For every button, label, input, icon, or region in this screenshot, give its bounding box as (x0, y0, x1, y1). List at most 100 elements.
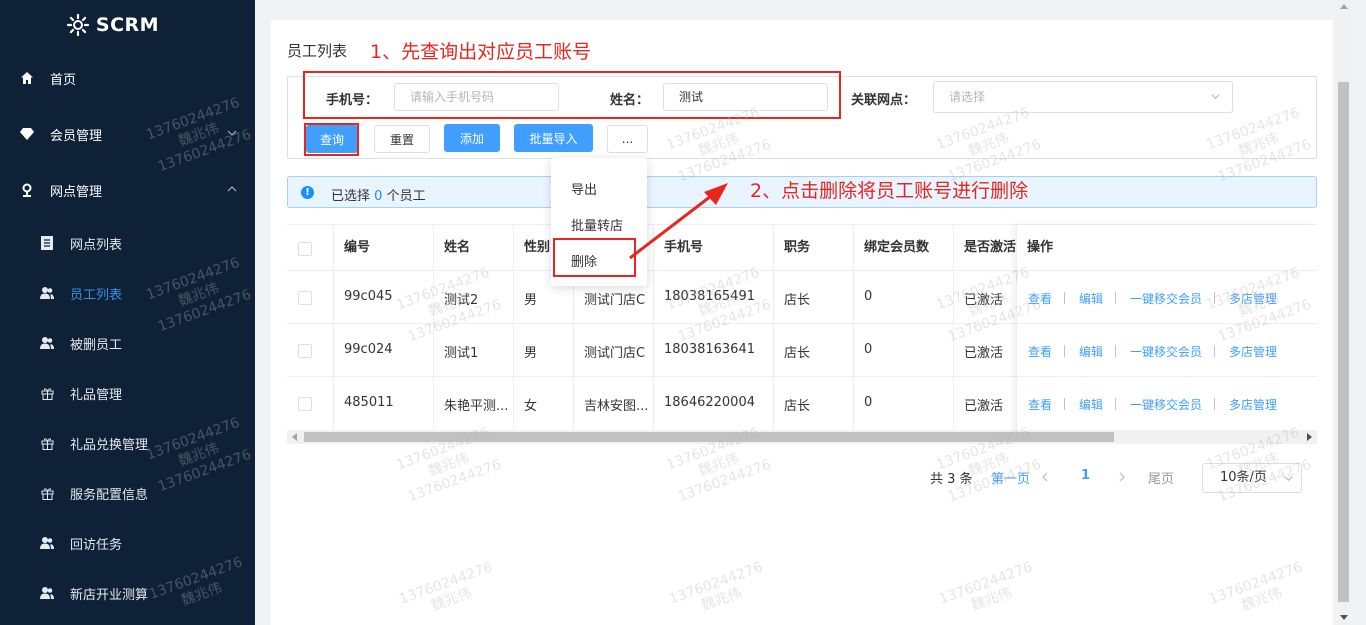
page-size-select[interactable]: 10条/页 (1202, 463, 1302, 493)
multi-store-link[interactable]: 多店管理 (1229, 343, 1277, 360)
gift-icon (40, 436, 54, 450)
branch-select-placeholder: 请选择 (949, 90, 986, 104)
sidebar-item-label: 员工列表 (70, 287, 123, 303)
scrollbar-thumb[interactable] (1338, 82, 1349, 602)
select-all-checkbox[interactable] (298, 242, 312, 256)
op-separator (1115, 398, 1116, 410)
sidebar-item-label: 网点列表 (70, 237, 123, 253)
sidebar-item-employee-list[interactable]: 员工列表 (0, 273, 255, 313)
header-id[interactable]: 编号 (344, 225, 370, 271)
sidebar-item-label: 会员管理 (50, 128, 103, 144)
edit-link[interactable]: 编辑 (1079, 396, 1103, 413)
header-position[interactable]: 职务 (784, 225, 810, 271)
gift-icon (40, 386, 54, 400)
header-bound-members[interactable]: 绑定会员数 (864, 225, 929, 271)
column-divider (1016, 225, 1017, 431)
vertical-scrollbar[interactable] (1336, 0, 1351, 625)
annotation-highlight-query (304, 123, 359, 156)
multi-store-link[interactable]: 多店管理 (1229, 396, 1277, 413)
sidebar-item-label: 礼品兑换管理 (70, 437, 149, 453)
cell-gender: 女 (524, 399, 538, 414)
sidebar-item-follow-up-tasks[interactable]: 回访任务 (0, 523, 255, 563)
header-name[interactable]: 姓名 (444, 225, 470, 271)
op-separator (1115, 345, 1116, 357)
branch-select[interactable]: 请选择 (933, 81, 1233, 113)
selection-prefix: 已选择 (331, 189, 371, 204)
scroll-left-arrow-icon[interactable] (292, 433, 297, 441)
diamond-icon (20, 127, 34, 141)
sidebar-item-member-management[interactable]: 会员管理 (0, 114, 255, 154)
sidebar-item-gift-exchange[interactable]: 礼品兑换管理 (0, 423, 255, 463)
cell-phone: 18038163641 (664, 342, 755, 357)
sidebar-item-branch-list[interactable]: 网点列表 (0, 223, 255, 263)
batch-import-button[interactable]: 批量导入 (514, 124, 593, 152)
horizontal-scrollbar[interactable] (287, 430, 1317, 444)
scroll-up-arrow-icon[interactable] (1340, 4, 1348, 9)
view-link[interactable]: 查看 (1028, 343, 1052, 360)
users-icon (40, 286, 54, 300)
view-link[interactable]: 查看 (1028, 396, 1052, 413)
transfer-members-link[interactable]: 一键移交会员 (1130, 396, 1202, 413)
pagination-first[interactable]: 第一页 (991, 468, 1030, 487)
row-checkbox[interactable] (298, 291, 312, 305)
sidebar-item-gift-management[interactable]: 礼品管理 (0, 373, 255, 413)
scrollbar-thumb[interactable] (304, 432, 1114, 442)
scroll-down-arrow-icon[interactable] (1340, 615, 1348, 620)
branch-label: 关联网点： (851, 93, 917, 108)
sidebar-item-branch-management[interactable]: 网点管理 (0, 170, 255, 210)
header-activated[interactable]: 是否激活 (964, 225, 1016, 271)
scroll-right-arrow-icon[interactable] (1307, 433, 1312, 441)
annotation-step-1: 1、先查询出对应员工账号 (370, 41, 592, 63)
row-checkbox[interactable] (298, 344, 312, 358)
more-button[interactable]: ... (607, 125, 648, 153)
reset-button[interactable]: 重置 (374, 125, 430, 153)
sidebar-item-label: 回访任务 (70, 537, 123, 553)
op-separator (1214, 398, 1215, 410)
cell-gender: 男 (524, 293, 538, 308)
pagination-current-page[interactable]: 1 (1081, 468, 1090, 483)
transfer-members-link[interactable]: 一键移交会员 (1130, 290, 1202, 307)
sidebar-item-label: 首页 (50, 72, 77, 88)
multi-store-link[interactable]: 多店管理 (1229, 290, 1277, 307)
cell-position: 店长 (784, 293, 811, 308)
edit-link[interactable]: 编辑 (1079, 290, 1103, 307)
export-menu-item[interactable]: 导出 (571, 179, 597, 198)
cell-position: 店长 (784, 399, 811, 414)
cell-store: 吉林安图... (584, 399, 649, 414)
sidebar-item-home[interactable]: 首页 (0, 58, 255, 98)
info-icon: ! (301, 186, 314, 199)
users-icon (40, 336, 54, 350)
cell-id: 99c024 (344, 342, 393, 357)
prev-page-icon[interactable] (1041, 472, 1049, 482)
batch-transfer-menu-item[interactable]: 批量转店 (571, 215, 623, 234)
selection-text: 已选择 0 个员工 (331, 185, 426, 204)
transfer-members-link[interactable]: 一键移交会员 (1130, 343, 1202, 360)
row-checkbox[interactable] (298, 397, 312, 411)
pagination-last[interactable]: 尾页 (1148, 468, 1174, 487)
column-divider (433, 225, 434, 431)
column-divider (773, 225, 774, 431)
column-divider (953, 225, 954, 431)
cell-position: 店长 (784, 346, 811, 361)
sidebar-item-new-store-estimate[interactable]: 新店开业测算 (0, 573, 255, 613)
cell-active: 已激活 (964, 293, 1004, 308)
view-link[interactable]: 查看 (1028, 290, 1052, 307)
sidebar-item-label: 被删员工 (70, 337, 123, 353)
page-title: 员工列表 (287, 42, 348, 60)
next-page-icon[interactable] (1118, 472, 1126, 482)
edit-link[interactable]: 编辑 (1079, 343, 1103, 360)
add-button[interactable]: 添加 (444, 124, 500, 152)
selection-suffix: 个员工 (386, 189, 426, 204)
header-gender[interactable]: 性别 (524, 225, 550, 271)
location-pin-icon (20, 183, 34, 197)
users-icon (40, 586, 54, 600)
app-logo[interactable]: SCRM (0, 0, 255, 50)
cell-gender: 男 (524, 346, 538, 361)
home-icon (20, 71, 34, 85)
sidebar-item-deleted-employees[interactable]: 被删员工 (0, 323, 255, 363)
column-divider (513, 225, 514, 431)
cell-phone: 18646220004 (664, 395, 755, 410)
sidebar-item-service-config[interactable]: 服务配置信息 (0, 473, 255, 513)
op-separator (1064, 292, 1065, 304)
cell-name: 朱艳平测... (444, 399, 509, 414)
